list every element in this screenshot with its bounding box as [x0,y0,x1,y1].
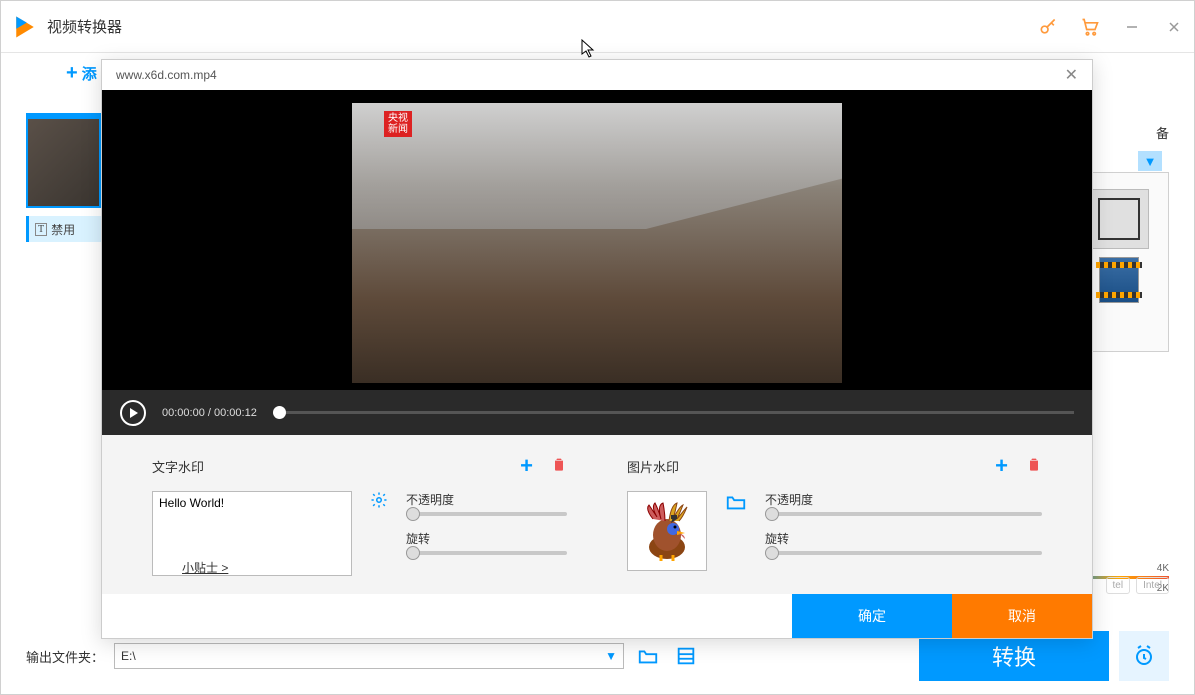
modal-header: www.x6d.com.mp4 ✕ [102,60,1092,90]
thumbnail-strip: T 禁用 [26,113,101,242]
text-opacity-slider[interactable] [406,512,567,516]
video-preview[interactable]: 央视 新闻 [102,90,1092,390]
cpu-badges: tel Intel [1106,577,1169,594]
progress-bar[interactable] [273,411,1074,414]
image-watermark-delete-icon[interactable] [1026,456,1042,477]
modal-footer: 确定 取消 [102,594,1092,638]
image-opacity-slider[interactable] [765,512,1042,516]
watermark-image-preview[interactable] [627,491,707,571]
text-watermark-settings-icon[interactable] [370,491,388,514]
image-watermark-add-icon[interactable]: + [995,453,1008,479]
app-title: 视频转换器 [47,16,1038,37]
video-thumbnail[interactable] [26,113,101,208]
list-icon[interactable] [672,642,700,670]
minimize-icon[interactable] [1122,17,1142,37]
text-watermark-delete-icon[interactable] [551,456,567,477]
output-folder-label: 输出文件夹： [26,647,104,666]
modal-close-icon[interactable]: ✕ [1065,65,1078,85]
image-rotate-label: 旋转 [765,530,1042,547]
text-rotate-slider[interactable] [406,551,567,555]
titlebar: 视频转换器 [1,1,1194,53]
text-rotate-label: 旋转 [406,530,567,547]
watermark-panel: 文字水印 + Hello World! 不透明度 [102,435,1092,594]
modal-filename: www.x6d.com.mp4 [116,68,217,82]
play-button[interactable] [120,400,146,426]
app-logo-icon [11,13,39,41]
format-dropdown-icon[interactable]: ▼ [1138,151,1162,171]
cart-icon[interactable] [1080,17,1100,37]
footer: 输出文件夹： E:\ ▼ 转换 [1,636,1194,676]
text-watermark-title: 文字水印 [152,457,520,476]
main-window: 视频转换器 + 添 T 禁用 [0,0,1195,695]
close-icon[interactable] [1164,17,1184,37]
key-icon[interactable] [1038,17,1058,37]
text-watermark-add-icon[interactable]: + [520,453,533,479]
image-watermark-browse-icon[interactable] [725,491,747,519]
output-folder-select[interactable]: E:\ ▼ [114,643,624,669]
image-watermark-title: 图片水印 [627,457,995,476]
image-watermark-column: 图片水印 + [627,453,1042,594]
image-rotate-slider[interactable] [765,551,1042,555]
tips-link[interactable]: 小贴士 > [182,559,228,576]
news-badge: 央视 新闻 [384,111,412,137]
schedule-button[interactable] [1119,631,1169,681]
ok-button[interactable]: 确定 [792,594,952,638]
cancel-button[interactable]: 取消 [952,594,1092,638]
image-opacity-label: 不透明度 [765,491,1042,508]
add-file-button[interactable]: + 添 [66,62,97,85]
open-folder-icon[interactable] [634,642,662,670]
time-display: 00:00:00 / 00:00:12 [162,407,257,419]
video-controls: 00:00:00 / 00:00:12 [102,390,1092,435]
text-opacity-label: 不透明度 [406,491,567,508]
progress-knob[interactable] [273,406,286,419]
video-frame: 央视 新闻 [352,103,842,383]
watermark-modal: www.x6d.com.mp4 ✕ 央视 新闻 00:00:00 / 00:00… [101,59,1093,639]
add-file-label: 添 [82,63,97,84]
disable-tag[interactable]: T 禁用 [26,216,104,242]
